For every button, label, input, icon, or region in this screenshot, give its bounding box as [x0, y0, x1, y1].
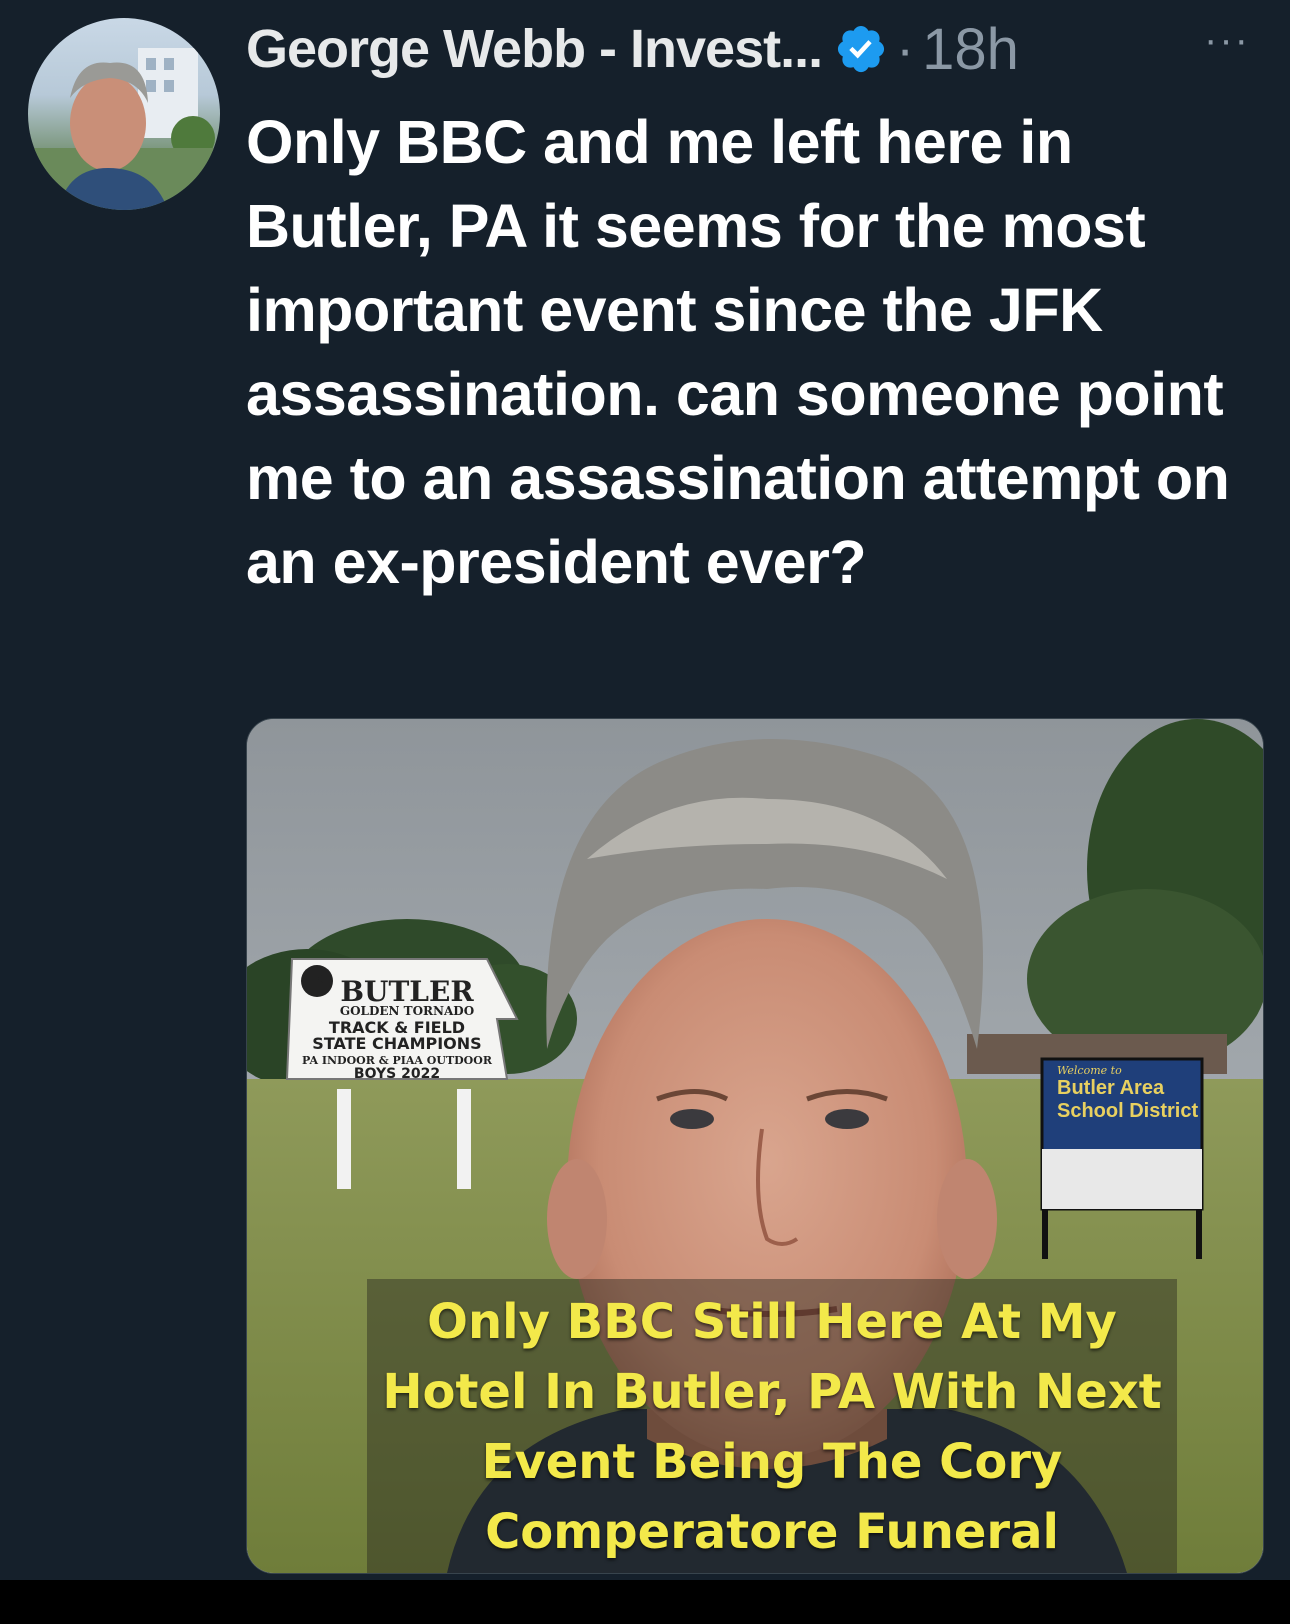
sign-left-line2: STATE CHAMPIONS	[312, 1034, 481, 1053]
sign-left-line4: BOYS 2022	[354, 1066, 440, 1082]
separator-dot: ·	[896, 19, 915, 79]
more-horizontal-icon[interactable]: ···	[1204, 18, 1250, 63]
sign-right-welcome: Welcome to	[1057, 1064, 1122, 1077]
timestamp[interactable]: 18h	[922, 16, 1019, 83]
sign-left-subtitle: GOLDEN TORNADO	[340, 1004, 474, 1018]
author-name[interactable]: George Webb - Invest...	[246, 18, 823, 80]
svg-text:B: B	[309, 970, 324, 994]
tweet[interactable]: George Webb - Invest... · 18h ··· Only B…	[0, 0, 1290, 1580]
verified-badge-icon	[838, 25, 885, 73]
tweet-header: George Webb - Invest... · 18h ···	[246, 14, 1250, 84]
avatar-image	[28, 48, 220, 210]
avatar[interactable]	[28, 18, 220, 210]
sign-right-line2: School District	[1057, 1100, 1198, 1122]
tweet-media[interactable]: B BUTLER GOLDEN TORNADO TRACK & FIELD ST…	[246, 718, 1264, 1574]
media-caption: Only BBC Still Here At My Hotel In Butle…	[382, 1294, 1162, 1560]
tweet-text: Only BBC and me left here in Butler, PA …	[246, 108, 1230, 596]
sign-right-line1: Butler Area	[1057, 1077, 1165, 1099]
bottom-bar	[0, 1580, 1290, 1624]
